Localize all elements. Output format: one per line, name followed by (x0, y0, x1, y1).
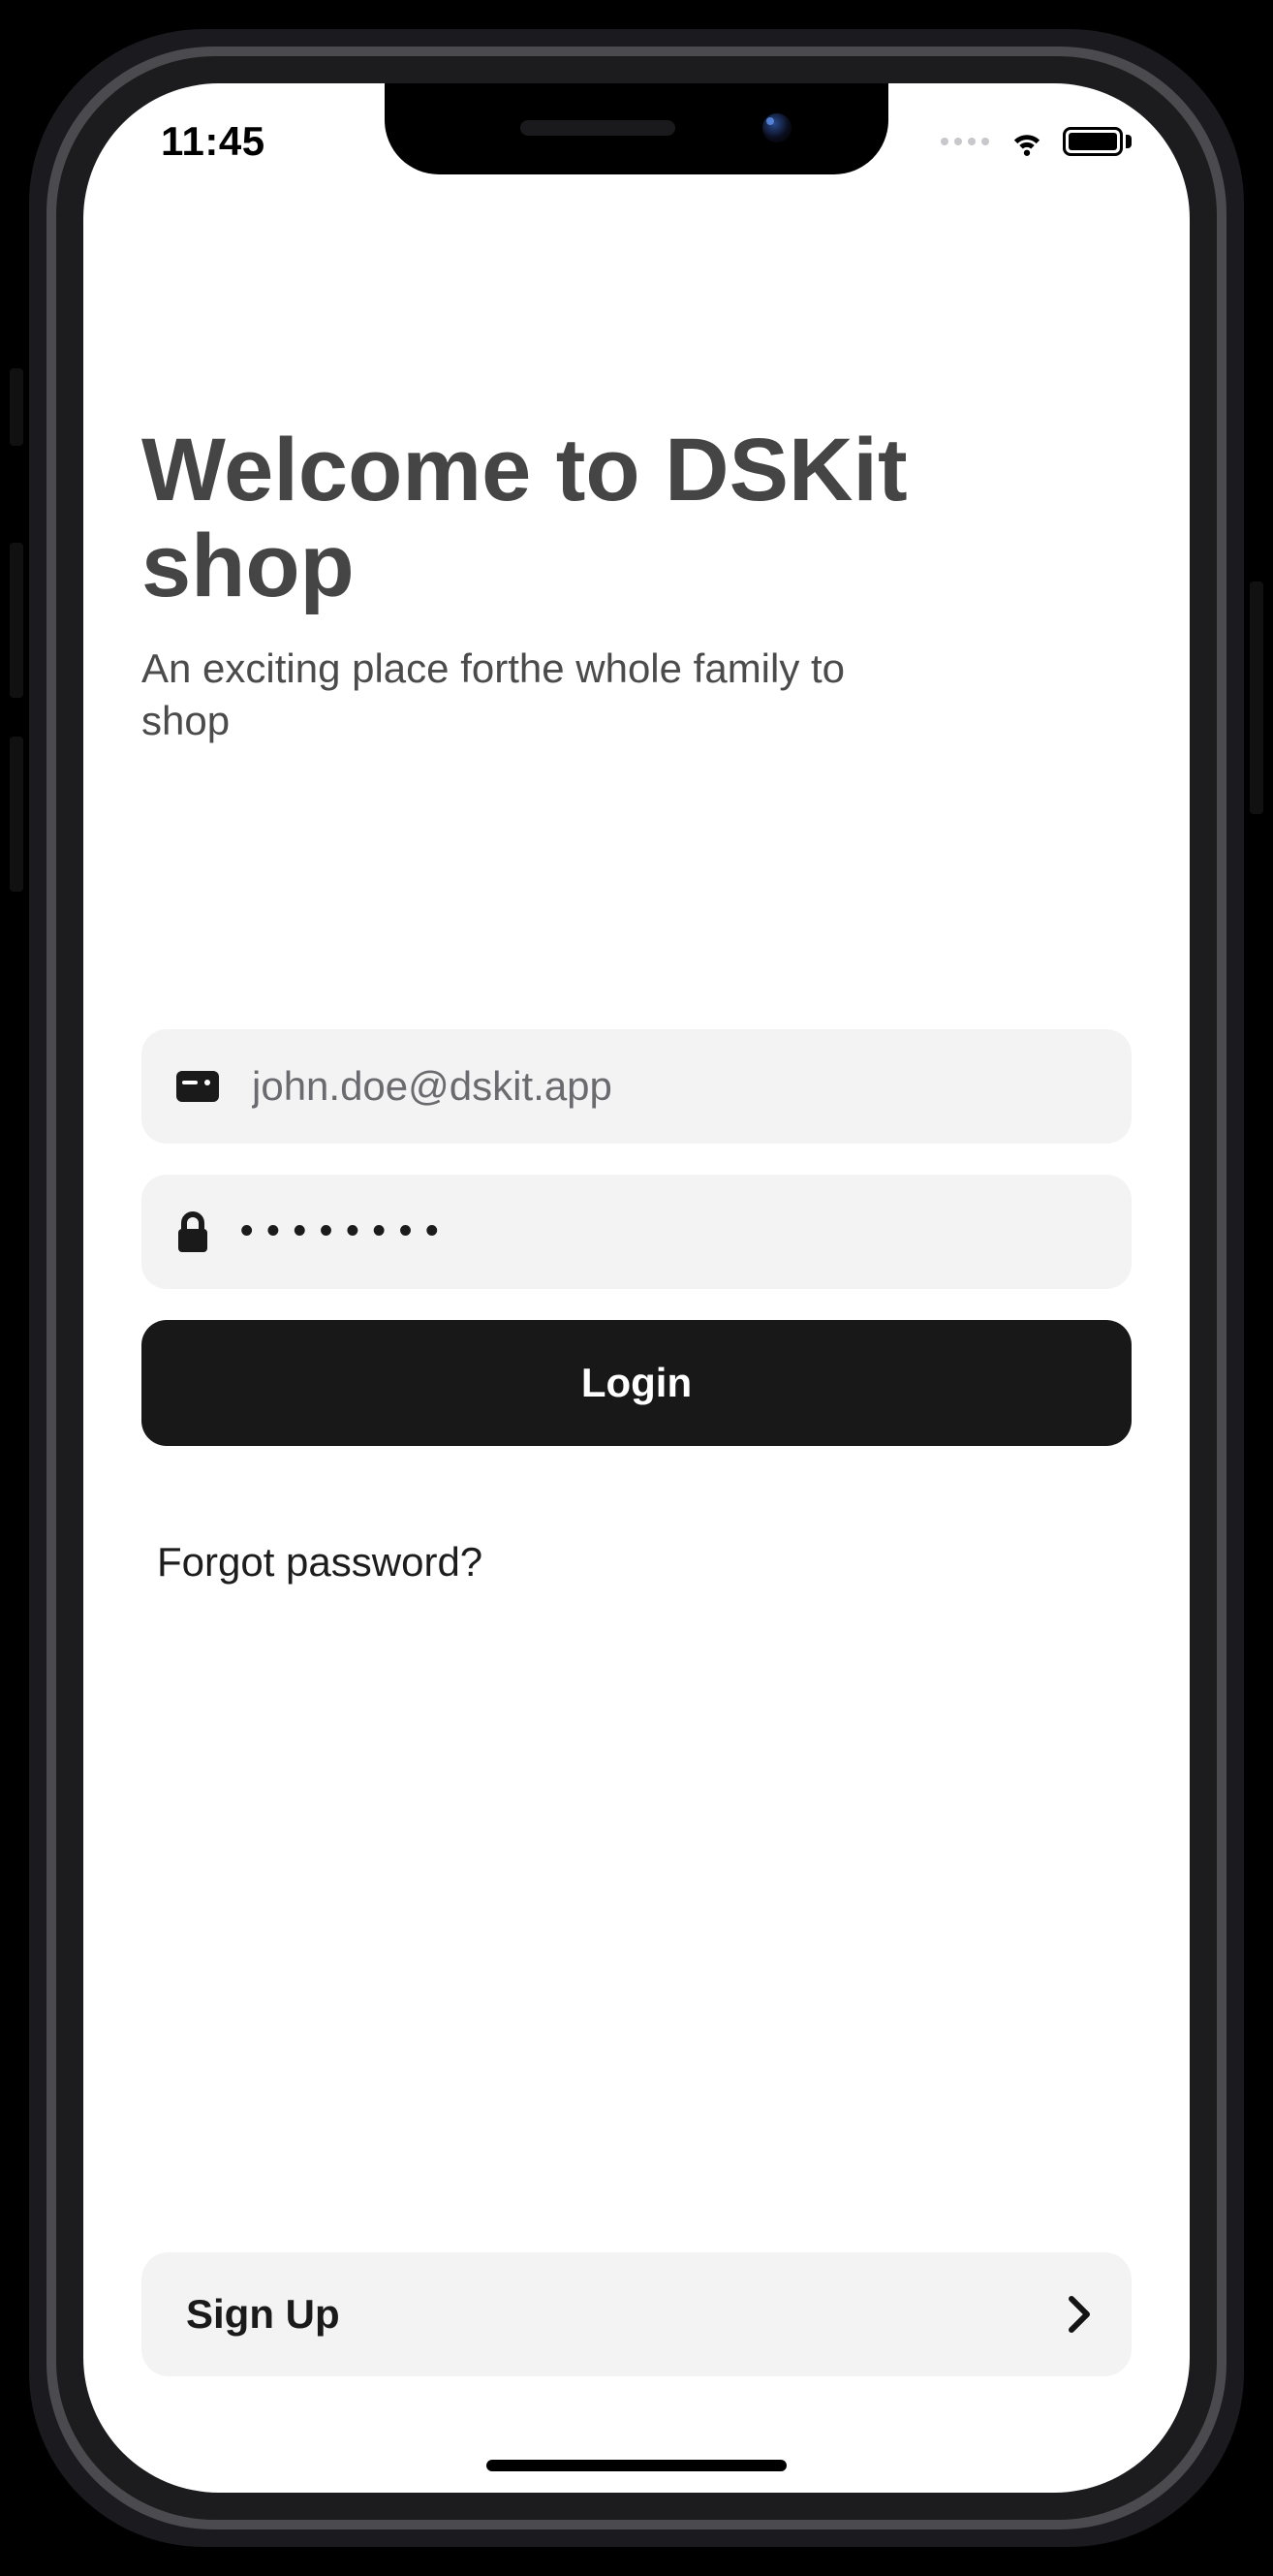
home-indicator[interactable] (486, 2460, 787, 2471)
silence-switch (10, 368, 23, 446)
screen: 11:45 (83, 83, 1190, 2493)
forgot-password-link[interactable]: Forgot password? (141, 1539, 1132, 1586)
login-button[interactable]: Login (141, 1320, 1132, 1446)
battery-icon (1063, 127, 1132, 156)
sign-up-label: Sign Up (186, 2291, 340, 2338)
lock-icon (176, 1211, 209, 1252)
power-button (1250, 581, 1263, 814)
id-card-icon (176, 1071, 219, 1102)
status-bar: 11:45 (83, 83, 1190, 200)
email-field-container[interactable] (141, 1029, 1132, 1144)
wifi-icon (1007, 121, 1047, 162)
login-form: •••••••• Login Forgot password? (141, 1029, 1132, 1586)
phone-mockup: 11:45 (0, 0, 1273, 2576)
page-title: Welcome to DSKit shop (141, 423, 1132, 615)
volume-down-button (10, 737, 23, 892)
email-input[interactable] (250, 1062, 1097, 1111)
chevron-right-icon (1068, 2295, 1093, 2334)
status-time: 11:45 (161, 118, 265, 165)
password-field-container[interactable]: •••••••• (141, 1175, 1132, 1289)
volume-up-button (10, 543, 23, 698)
sign-up-button[interactable]: Sign Up (141, 2252, 1132, 2376)
cellular-dots-icon (941, 138, 989, 145)
password-input[interactable]: •••••••• (240, 1210, 1097, 1252)
page-subtitle: An exciting place forthe whole family to… (141, 643, 916, 748)
